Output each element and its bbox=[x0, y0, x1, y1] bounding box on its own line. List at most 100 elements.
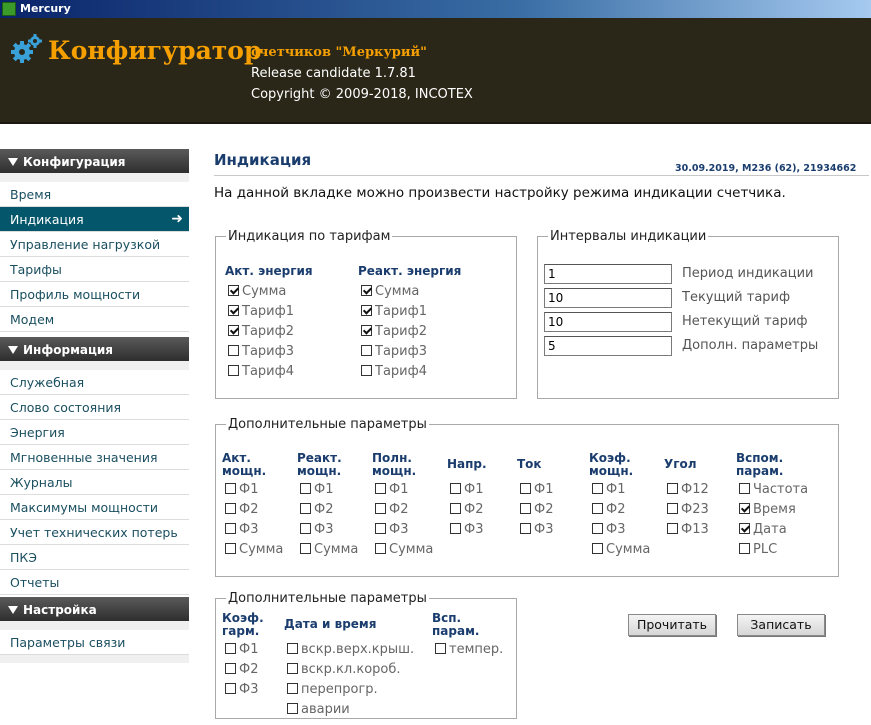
checkbox-box[interactable] bbox=[225, 483, 236, 494]
checkbox-ф3[interactable]: Ф3 bbox=[225, 522, 258, 538]
checkbox-тариф3[interactable]: Тариф3 bbox=[228, 344, 294, 360]
sidebar-item[interactable]: Журналы bbox=[0, 470, 189, 495]
read-button[interactable]: Прочитать bbox=[628, 614, 716, 636]
checkbox-ф2[interactable]: Ф2 bbox=[225, 502, 258, 518]
sidebar-item[interactable]: Энергия bbox=[0, 420, 189, 445]
checkbox-ф2[interactable]: Ф2 bbox=[300, 502, 333, 518]
checkbox-тариф4[interactable]: Тариф4 bbox=[361, 364, 427, 380]
sidebar-item[interactable]: Параметры связи bbox=[0, 630, 189, 655]
checkbox-ф1[interactable]: Ф1 bbox=[225, 482, 258, 498]
checkbox-ф23[interactable]: Ф23 bbox=[667, 502, 709, 518]
checkbox-box[interactable] bbox=[228, 365, 239, 376]
sidebar-item[interactable]: Профиль мощности bbox=[0, 282, 189, 307]
checkbox-box[interactable] bbox=[300, 523, 311, 534]
checkbox-тариф3[interactable]: Тариф3 bbox=[361, 344, 427, 360]
checkbox-тариф2[interactable]: Тариф2 bbox=[228, 324, 294, 340]
checkbox-box[interactable] bbox=[300, 483, 311, 494]
checkbox-ф1[interactable]: Ф1 bbox=[225, 642, 258, 658]
checkbox-box[interactable] bbox=[361, 285, 372, 296]
checkbox-box[interactable] bbox=[450, 483, 461, 494]
sidebar-item[interactable]: Модем bbox=[0, 307, 189, 332]
checkbox-ф2[interactable]: Ф2 bbox=[225, 662, 258, 678]
checkbox-box[interactable] bbox=[435, 643, 446, 654]
checkbox-аварии[interactable]: аварии bbox=[287, 702, 350, 718]
sidebar-section-header[interactable]: Конфигурация bbox=[0, 149, 189, 173]
sidebar-item[interactable]: Учет технических потерь bbox=[0, 520, 189, 545]
checkbox-тариф2[interactable]: Тариф2 bbox=[361, 324, 427, 340]
checkbox-частота[interactable]: Частота bbox=[739, 482, 808, 498]
checkbox-box[interactable] bbox=[592, 483, 603, 494]
checkbox-box[interactable] bbox=[739, 543, 750, 554]
checkbox-box[interactable] bbox=[225, 663, 236, 674]
checkbox-сумма[interactable]: Сумма bbox=[375, 542, 433, 558]
checkbox-box[interactable] bbox=[361, 365, 372, 376]
checkbox-plc[interactable]: PLC bbox=[739, 542, 777, 558]
checkbox-ф12[interactable]: Ф12 bbox=[667, 482, 709, 498]
checkbox-box[interactable] bbox=[592, 543, 603, 554]
checkbox-ф2[interactable]: Ф2 bbox=[520, 502, 553, 518]
sidebar-item[interactable]: Тарифы bbox=[0, 257, 189, 282]
checkbox-ф3[interactable]: Ф3 bbox=[592, 522, 625, 538]
checkbox-сумма[interactable]: Сумма bbox=[300, 542, 358, 558]
checkbox-box[interactable] bbox=[739, 523, 750, 534]
checkbox-box[interactable] bbox=[361, 305, 372, 316]
checkbox-box[interactable] bbox=[287, 643, 298, 654]
checkbox-сумма[interactable]: Сумма bbox=[592, 542, 650, 558]
checkbox-ф3[interactable]: Ф3 bbox=[520, 522, 553, 538]
sidebar-item[interactable]: Отчеты bbox=[0, 570, 189, 595]
checkbox-box[interactable] bbox=[450, 523, 461, 534]
checkbox-сумма[interactable]: Сумма bbox=[225, 542, 283, 558]
checkbox-сумма[interactable]: Сумма bbox=[361, 284, 419, 300]
checkbox-тариф4[interactable]: Тариф4 bbox=[228, 364, 294, 380]
checkbox-box[interactable] bbox=[375, 503, 386, 514]
checkbox-вскр-верх-крыш[interactable]: вскр.верх.крыш. bbox=[287, 642, 414, 658]
sidebar-item[interactable]: Время bbox=[0, 182, 189, 207]
interval-input[interactable] bbox=[544, 312, 672, 332]
checkbox-box[interactable] bbox=[361, 325, 372, 336]
checkbox-box[interactable] bbox=[592, 523, 603, 534]
checkbox-вскр-кл-короб[interactable]: вскр.кл.короб. bbox=[287, 662, 401, 678]
checkbox-box[interactable] bbox=[228, 345, 239, 356]
checkbox-ф2[interactable]: Ф2 bbox=[592, 502, 625, 518]
sidebar-item[interactable]: Слово состояния bbox=[0, 395, 189, 420]
checkbox-box[interactable] bbox=[520, 483, 531, 494]
checkbox-ф3[interactable]: Ф3 bbox=[300, 522, 333, 538]
checkbox-box[interactable] bbox=[225, 643, 236, 654]
write-button[interactable]: Записать bbox=[737, 614, 825, 636]
checkbox-перепрогр[interactable]: перепрогр. bbox=[287, 682, 378, 698]
sidebar-item[interactable]: Индикация ➜ bbox=[0, 207, 189, 232]
checkbox-box[interactable] bbox=[592, 503, 603, 514]
checkbox-ф1[interactable]: Ф1 bbox=[450, 482, 483, 498]
checkbox-box[interactable] bbox=[667, 523, 678, 534]
checkbox-ф1[interactable]: Ф1 bbox=[300, 482, 333, 498]
sidebar-item[interactable]: Управление нагрузкой bbox=[0, 232, 189, 257]
checkbox-ф3[interactable]: Ф3 bbox=[450, 522, 483, 538]
checkbox-ф3[interactable]: Ф3 bbox=[225, 682, 258, 698]
checkbox-ф1[interactable]: Ф1 bbox=[592, 482, 625, 498]
interval-input[interactable] bbox=[544, 264, 672, 284]
checkbox-сумма[interactable]: Сумма bbox=[228, 284, 286, 300]
checkbox-время[interactable]: Время bbox=[739, 502, 796, 518]
checkbox-тариф1[interactable]: Тариф1 bbox=[361, 304, 427, 320]
checkbox-box[interactable] bbox=[228, 305, 239, 316]
checkbox-ф13[interactable]: Ф13 bbox=[667, 522, 709, 538]
checkbox-ф2[interactable]: Ф2 bbox=[375, 502, 408, 518]
interval-input[interactable] bbox=[544, 288, 672, 308]
checkbox-box[interactable] bbox=[228, 285, 239, 296]
sidebar-item[interactable]: Максимумы мощности bbox=[0, 495, 189, 520]
checkbox-box[interactable] bbox=[287, 703, 298, 714]
checkbox-box[interactable] bbox=[739, 483, 750, 494]
checkbox-box[interactable] bbox=[225, 503, 236, 514]
checkbox-box[interactable] bbox=[520, 523, 531, 534]
checkbox-box[interactable] bbox=[739, 503, 750, 514]
checkbox-ф1[interactable]: Ф1 bbox=[520, 482, 553, 498]
sidebar-section-header[interactable]: Настройка bbox=[0, 597, 189, 621]
checkbox-box[interactable] bbox=[375, 523, 386, 534]
sidebar-section-header[interactable]: Информация bbox=[0, 337, 189, 361]
checkbox-ф3[interactable]: Ф3 bbox=[375, 522, 408, 538]
checkbox-темпер[interactable]: темпер. bbox=[435, 642, 503, 658]
checkbox-box[interactable] bbox=[228, 325, 239, 336]
checkbox-box[interactable] bbox=[225, 683, 236, 694]
interval-input[interactable] bbox=[544, 336, 672, 356]
checkbox-дата[interactable]: Дата bbox=[739, 522, 787, 538]
